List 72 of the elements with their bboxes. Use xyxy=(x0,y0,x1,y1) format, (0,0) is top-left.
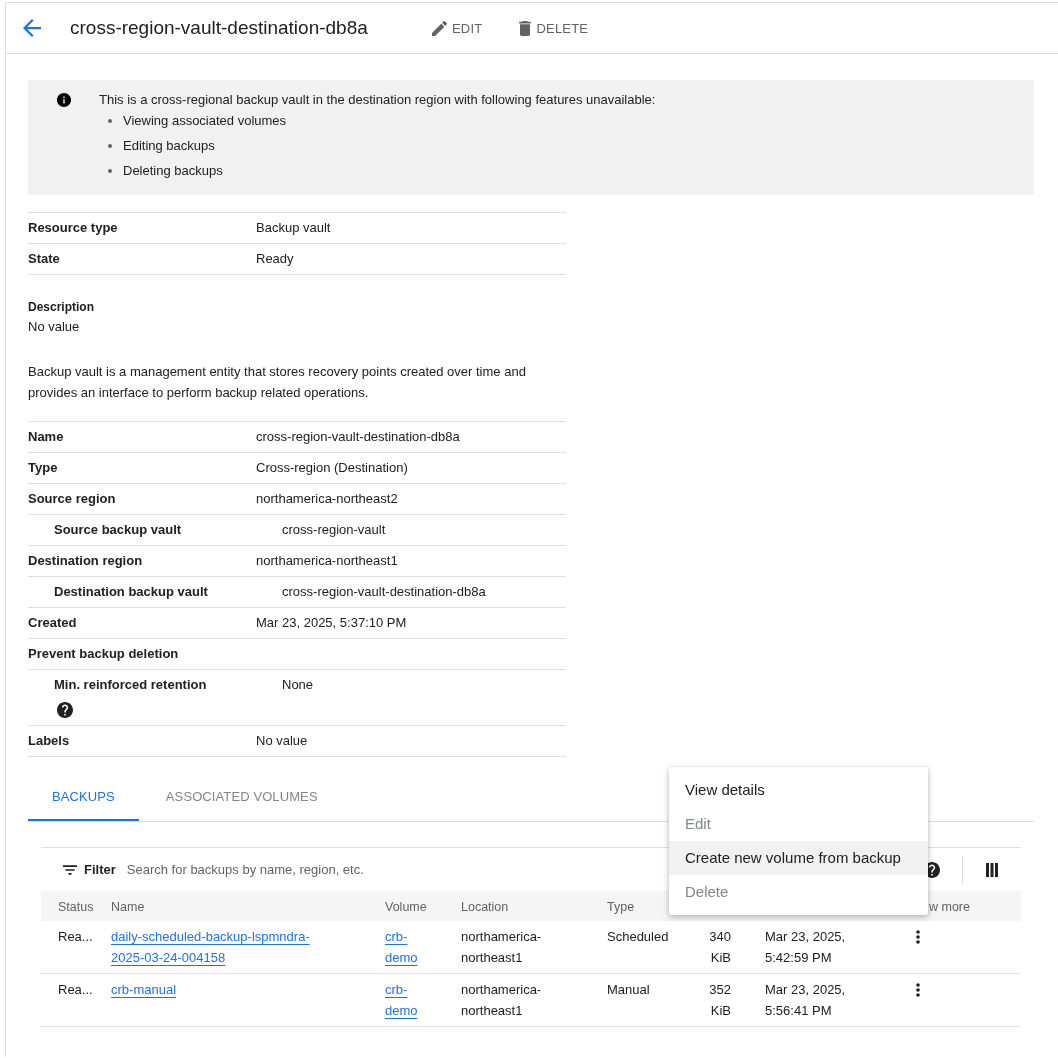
field-label: Destination region xyxy=(28,552,143,570)
tab[interactable]: BACKUPS xyxy=(28,773,139,821)
column-header: Location xyxy=(461,899,509,914)
page-title: cross-region-vault-destination-db8a xyxy=(70,17,369,39)
table-cell: Rea... xyxy=(58,929,93,944)
field-value: No value xyxy=(28,318,80,336)
field-value: Mar 23, 2025, 5:37:10 PM xyxy=(256,614,408,632)
field-label: Min. reinforced retention xyxy=(54,676,207,694)
field-value: cross-region-vault xyxy=(282,521,387,539)
field-label: Resource type xyxy=(28,219,118,237)
filter-button[interactable]: Filter xyxy=(63,862,116,877)
table-cell: 340 KiB xyxy=(709,929,731,965)
field-label: State xyxy=(28,250,60,268)
column-header: Volume xyxy=(385,899,427,914)
field-label: Prevent backup deletion xyxy=(28,645,179,663)
field-label: Created xyxy=(28,614,77,632)
notice-item: Deleting backups xyxy=(123,163,223,178)
filter-icon xyxy=(63,864,77,875)
more-icon[interactable] xyxy=(916,930,920,944)
table-cell: Scheduled xyxy=(607,929,669,944)
field-value: Ready xyxy=(256,250,295,268)
delete-button[interactable]: DELETE xyxy=(519,20,589,36)
tab[interactable]: ASSOCIATED VOLUMES xyxy=(138,773,344,821)
table-cell: Rea... xyxy=(58,982,93,997)
field-value: northamerica-northeast1 xyxy=(256,552,399,570)
help-icon[interactable] xyxy=(57,702,73,718)
field-value: None xyxy=(282,676,315,694)
volume-link[interactable]: crb-demo xyxy=(385,979,431,1021)
trash-icon xyxy=(519,20,532,36)
pencil-icon xyxy=(432,20,447,36)
volume-link[interactable]: crb-demo xyxy=(385,926,431,968)
column-header: Name xyxy=(111,899,145,914)
field-label: Description xyxy=(28,299,94,315)
table-cell: 352 KiB xyxy=(709,982,731,1018)
description-text: Backup vault is a management entity that stores recovery points created over time and provides an interface to perform backup related operations. xyxy=(28,363,527,402)
field-label: Type xyxy=(28,459,58,477)
bullet-icon xyxy=(108,143,112,148)
menu-item[interactable]: View details xyxy=(669,773,928,807)
table-cell: Mar 23, 2025, 5:56:41 PM xyxy=(765,982,846,1018)
field-value: No value xyxy=(256,732,309,750)
field-value: Backup vault xyxy=(256,219,332,237)
column-header: Status xyxy=(58,899,94,914)
back-button[interactable] xyxy=(23,19,41,37)
table-cell: Mar 23, 2025, 5:42:59 PM xyxy=(765,929,846,965)
bullet-icon xyxy=(108,168,112,173)
table-cell: northamerica-northeast1 xyxy=(461,982,542,1018)
table-cell: Manual xyxy=(607,982,650,997)
field-label: Labels xyxy=(28,732,70,750)
bullet-icon xyxy=(108,118,112,123)
field-value: northamerica-northeast2 xyxy=(256,490,399,508)
field-label: Source region xyxy=(28,490,116,508)
notice-item: Editing backups xyxy=(123,138,215,153)
field-label: Destination backup vault xyxy=(54,583,208,601)
field-value: cross-region-vault-destination-db8a xyxy=(256,428,461,446)
edit-button[interactable]: EDIT xyxy=(432,20,483,36)
field-value: cross-region-vault-destination-db8a xyxy=(282,583,487,601)
more-icon[interactable] xyxy=(916,983,920,997)
search-field[interactable]: Search for backups by name, region, etc. xyxy=(126,859,627,880)
field-label: Source backup vault xyxy=(54,521,182,539)
table-cell: northamerica-northeast1 xyxy=(461,929,542,965)
backup-link[interactable]: crb-manual xyxy=(111,979,177,1000)
columns-icon[interactable] xyxy=(986,862,998,877)
field-value: Cross-region (Destination) xyxy=(256,459,409,477)
back-arrow-icon xyxy=(23,19,41,37)
column-header: w more xyxy=(928,899,970,914)
menu-item[interactable]: Create new volume from backup xyxy=(669,841,928,875)
notice-text: This is a cross-regional backup vault in the destination region with following features unavailable: xyxy=(99,92,656,108)
info-icon xyxy=(57,93,71,107)
notice-item: Viewing associated volumes xyxy=(123,113,287,128)
column-header: Type xyxy=(607,899,635,914)
field-label: Name xyxy=(28,428,64,446)
backup-link[interactable]: daily-scheduled-backup-lspmndra-2025-03-24-004158 xyxy=(111,926,326,968)
